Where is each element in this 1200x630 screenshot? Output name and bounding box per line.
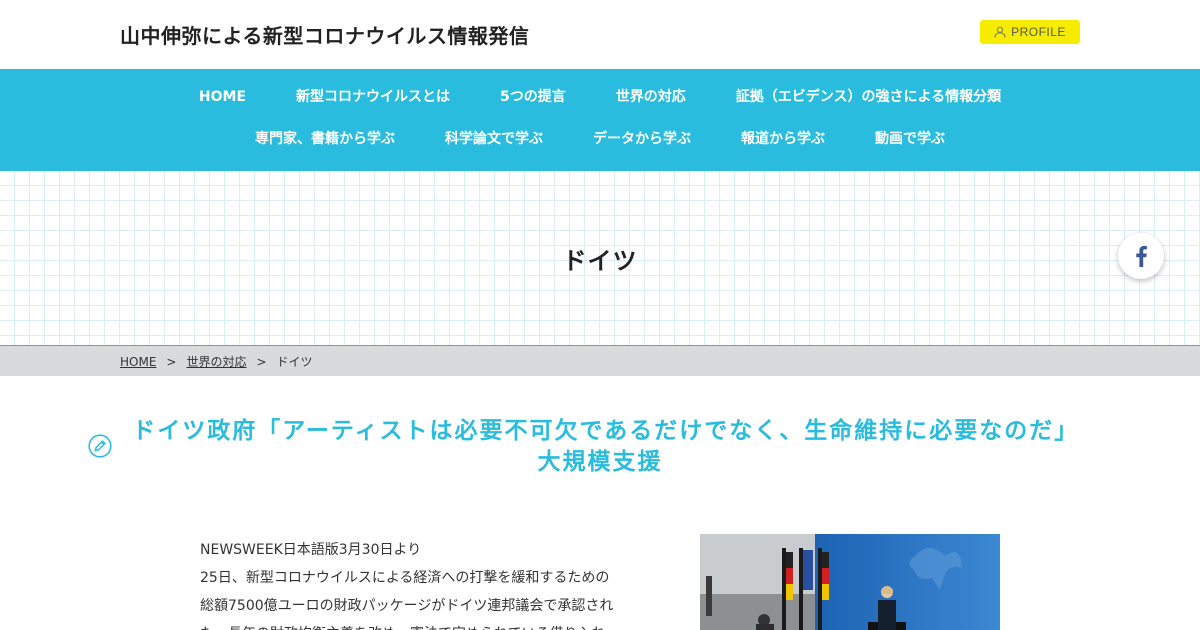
breadcrumb-current: ドイツ (276, 355, 313, 369)
page-title: ドイツ (562, 247, 638, 275)
nav-item-news[interactable]: 報道から学ぶ (741, 130, 825, 148)
article-line: た。長年の財政均衡主義を改め、憲法で定められている借り入れ (200, 620, 620, 630)
breadcrumb-parent[interactable]: 世界の対応 (186, 353, 246, 370)
breadcrumb-home[interactable]: HOME (120, 355, 156, 369)
breadcrumb-separator: > (256, 354, 267, 369)
site-header: 山中伸弥による新型コロナウイルス情報発信 PROFILE (0, 0, 1200, 69)
article-line: 25日、新型コロナウイルスによる経済への打撃を緩和するための (200, 570, 610, 586)
press-conference-image (700, 534, 1000, 630)
article-line: 総額7500億ユーロの財政パッケージがドイツ連邦議会で承認され (200, 598, 614, 614)
profile-label: PROFILE (1011, 25, 1066, 39)
article-title[interactable]: ドイツ政府「アーティストは必要不可欠であるだけでなく、生命維持に必要なのだ」大規… (128, 416, 1072, 478)
nav-item-home[interactable]: HOME (199, 88, 246, 106)
article-photo (700, 534, 1000, 630)
main-nav: HOME 新型コロナウイルスとは 5つの提言 世界の対応 証拠（エビデンス）の強… (0, 69, 1200, 171)
site-title[interactable]: 山中伸弥による新型コロナウイルス情報発信 (120, 20, 529, 49)
facebook-share-button[interactable] (1118, 233, 1164, 279)
nav-item-evidence-classification[interactable]: 証拠（エビデンス）の強さによる情報分類 (736, 88, 1001, 106)
nav-row-primary: HOME 新型コロナウイルスとは 5つの提言 世界の対応 証拠（エビデンス）の強… (0, 88, 1200, 106)
breadcrumb: HOME > 世界の対応 > ドイツ (0, 346, 1200, 376)
nav-item-videos[interactable]: 動画で学ぶ (875, 130, 945, 148)
breadcrumb-separator: > (166, 354, 177, 369)
user-icon (994, 26, 1006, 38)
nav-item-five-proposals[interactable]: 5つの提言 (500, 88, 566, 106)
facebook-icon (1136, 245, 1147, 267)
nav-item-world-response[interactable]: 世界の対応 (616, 88, 686, 106)
nav-item-about-covid[interactable]: 新型コロナウイルスとは (296, 88, 450, 106)
article-body: NEWSWEEK日本語版3月30日より 25日、新型コロナウイルスによる経済への… (200, 536, 620, 630)
nav-item-papers[interactable]: 科学論文で学ぶ (445, 130, 543, 148)
nav-item-experts-books[interactable]: 専門家、書籍から学ぶ (255, 130, 395, 148)
nav-row-secondary: 専門家、書籍から学ぶ 科学論文で学ぶ データから学ぶ 報道から学ぶ 動画で学ぶ (0, 130, 1200, 148)
nav-item-data[interactable]: データから学ぶ (593, 130, 691, 148)
pencil-icon (88, 434, 112, 458)
profile-button[interactable]: PROFILE (980, 20, 1080, 44)
article-source-line: NEWSWEEK日本語版3月30日より (200, 542, 422, 558)
page-hero: ドイツ (0, 171, 1200, 346)
